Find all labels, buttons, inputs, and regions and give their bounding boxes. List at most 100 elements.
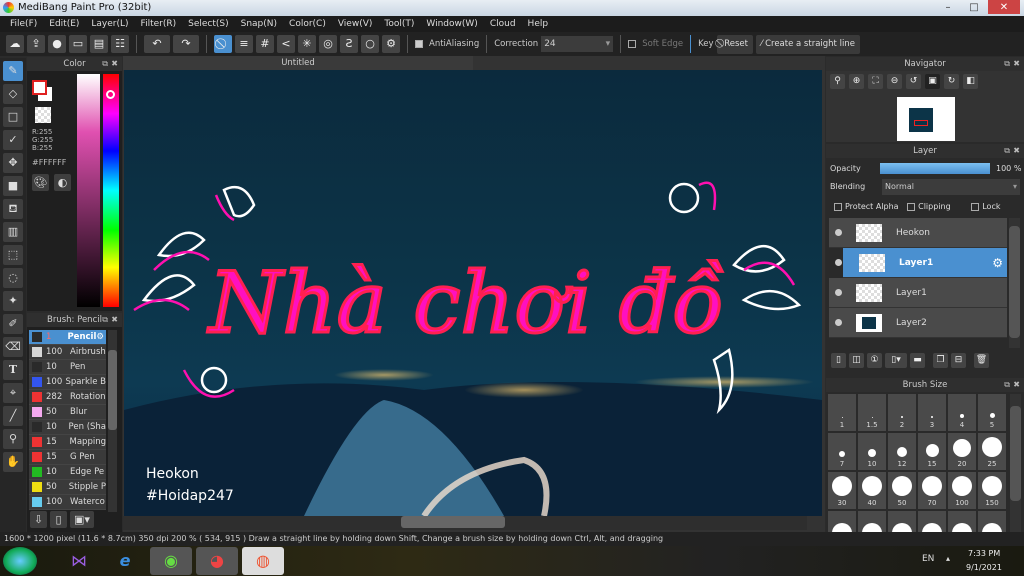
brush-size-option[interactable]: 150 — [978, 472, 1006, 509]
menu-color[interactable]: Color(C) — [283, 16, 332, 32]
brush-item[interactable]: 15 G Pen — [29, 450, 106, 465]
maximize-button[interactable]: □ — [962, 0, 986, 14]
share-icon[interactable]: ⇪ — [27, 35, 45, 53]
eraser-tool-icon[interactable]: ◇ — [3, 84, 23, 104]
menu-snap[interactable]: Snap(N) — [235, 16, 283, 32]
move-tool-icon[interactable]: ✥ — [3, 153, 23, 173]
clock-date[interactable]: 9/1/2021 — [966, 563, 1002, 572]
brush-item[interactable]: 10 Pen (Sha — [29, 420, 106, 435]
message-icon[interactable]: ▭ — [69, 35, 87, 53]
redo-button[interactable]: ↷ — [173, 35, 199, 53]
brush-item[interactable]: 100 Waterco — [29, 495, 106, 510]
gradient-tool-icon[interactable]: ▥ — [3, 222, 23, 242]
palette-icon[interactable]: 🎨︎ — [32, 174, 49, 191]
brush-size-option[interactable]: 10 — [858, 433, 886, 470]
visual-studio-icon[interactable]: ⋈ — [58, 547, 100, 575]
fill-rect-tool-icon[interactable]: ■ — [3, 176, 23, 196]
settings-icon[interactable]: ⚙ — [382, 35, 400, 53]
cloud-download-icon[interactable]: ⇩ — [30, 511, 47, 528]
chrome-icon[interactable]: ◕ — [196, 547, 238, 575]
zoom-out-icon[interactable]: ⊖ — [887, 74, 902, 89]
divide-tool-icon[interactable]: ╱ — [3, 406, 23, 426]
brush-tool-icon[interactable]: ✎ — [3, 61, 23, 81]
visibility-icon[interactable] — [835, 229, 842, 236]
palette-settings-icon[interactable]: ◐ — [54, 174, 71, 191]
brush-size-option[interactable]: 1 — [828, 394, 856, 431]
minimize-button[interactable]: – — [936, 0, 960, 14]
merge-layer-icon[interactable]: ⊟ — [951, 353, 966, 368]
brush-item[interactable]: 15 Mapping — [29, 435, 106, 450]
zoom-actual-icon[interactable]: ⚲ — [830, 74, 845, 89]
brush-item[interactable]: 1 Pencil ⚙ — [29, 330, 106, 345]
protect-alpha-checkbox[interactable] — [834, 202, 842, 211]
brush-size-option[interactable]: 100 — [948, 472, 976, 509]
perspective-snap-icon[interactable]: < — [277, 35, 295, 53]
drawing-canvas[interactable]: Nhà chơi đồ Heokon #Hoidap247 — [124, 70, 822, 516]
popout-icon[interactable]: ⧉ — [1004, 144, 1010, 158]
gear-icon[interactable]: ⚙ — [992, 256, 1003, 270]
primary-color-swatch[interactable] — [32, 80, 47, 95]
visibility-icon[interactable] — [835, 289, 842, 296]
internet-explorer-icon[interactable]: e — [104, 547, 146, 575]
scroll-thumb[interactable] — [1010, 406, 1021, 501]
clock-time[interactable]: 7:33 PM — [968, 549, 1000, 558]
medibang-icon[interactable]: ◍ — [242, 547, 284, 575]
layer-row[interactable]: Layer2 — [829, 308, 1007, 338]
saturation-brightness-slider[interactable] — [77, 74, 100, 307]
undo-button[interactable]: ↶ — [144, 35, 170, 53]
new-brush-icon[interactable]: ▯ — [50, 511, 67, 528]
menu-layer[interactable]: Layer(L) — [85, 16, 134, 32]
popout-icon[interactable]: ⧉ — [102, 57, 108, 71]
correction-select[interactable]: 24 — [541, 36, 614, 52]
lock-checkbox[interactable] — [971, 202, 980, 211]
eyedropper-tool-icon[interactable]: ⚲ — [3, 429, 23, 449]
hand-tool-icon[interactable]: ✋ — [3, 452, 23, 472]
select-pen-tool-icon[interactable]: ✐ — [3, 314, 23, 334]
brush-size-option[interactable]: 50 — [888, 472, 916, 509]
close-icon[interactable]: ✖ — [1013, 144, 1020, 158]
brush-size-option[interactable]: 30 — [828, 472, 856, 509]
menu-select[interactable]: Select(S) — [182, 16, 235, 32]
document-tab[interactable]: Untitled — [123, 56, 473, 70]
circle-snap-icon[interactable]: ○ — [361, 35, 379, 53]
cloud-icon[interactable]: ☁ — [6, 35, 24, 53]
close-icon[interactable]: ✖ — [111, 57, 118, 71]
horizontal-scrollbar[interactable] — [123, 516, 807, 530]
popout-icon[interactable]: ⧉ — [102, 313, 108, 327]
menu-view[interactable]: View(V) — [332, 16, 379, 32]
magic-wand-tool-icon[interactable]: ✦ — [3, 291, 23, 311]
brush-item[interactable]: 10 Edge Pe — [29, 465, 106, 480]
new-halftone-layer-icon[interactable]: ◫ — [849, 353, 864, 368]
popout-icon[interactable]: ⧉ — [1004, 378, 1010, 392]
tray-expand-icon[interactable]: ▴ — [946, 554, 950, 563]
menu-cloud[interactable]: Cloud — [484, 16, 522, 32]
duplicate-layer-icon[interactable]: ❐ — [933, 353, 948, 368]
brush-size-scrollbar[interactable] — [1010, 394, 1021, 534]
hue-handle[interactable] — [106, 90, 115, 99]
layer-row[interactable]: Layer1 ⚙ — [835, 248, 1007, 278]
rotate-left-icon[interactable]: ↺ — [906, 74, 921, 89]
visibility-icon[interactable] — [835, 259, 842, 266]
navigator-preview[interactable] — [897, 97, 955, 141]
concentric-snap-icon[interactable]: ◎ — [319, 35, 337, 53]
brush-size-option[interactable]: 12 — [888, 433, 916, 470]
brush-menu-icon[interactable]: ▣▾ — [70, 511, 94, 528]
start-button[interactable] — [3, 547, 37, 575]
close-button[interactable]: ✕ — [988, 0, 1020, 14]
soft-edge-checkbox[interactable] — [628, 40, 637, 48]
close-icon[interactable]: ✖ — [1013, 57, 1020, 71]
menu-file[interactable]: File(F) — [4, 16, 43, 32]
rectangle-tool-icon[interactable]: □ — [3, 107, 23, 127]
layer-row[interactable]: Layer1 — [829, 278, 1007, 308]
blending-select[interactable]: Normal — [882, 179, 1020, 195]
antialiasing-checkbox[interactable] — [415, 40, 423, 48]
zoom-in-icon[interactable]: ⊕ — [849, 74, 864, 89]
list-icon[interactable]: ☷ — [111, 35, 129, 53]
folder-icon[interactable]: ▬ — [910, 353, 925, 368]
brush-size-option[interactable]: 70 — [918, 472, 946, 509]
menu-edit[interactable]: Edit(E) — [43, 16, 85, 32]
close-icon[interactable]: ✖ — [1013, 378, 1020, 392]
select-eraser-tool-icon[interactable]: ⌫ — [3, 337, 23, 357]
scroll-thumb[interactable] — [1009, 226, 1020, 338]
brush-item[interactable]: 100 Airbrush — [29, 345, 106, 360]
